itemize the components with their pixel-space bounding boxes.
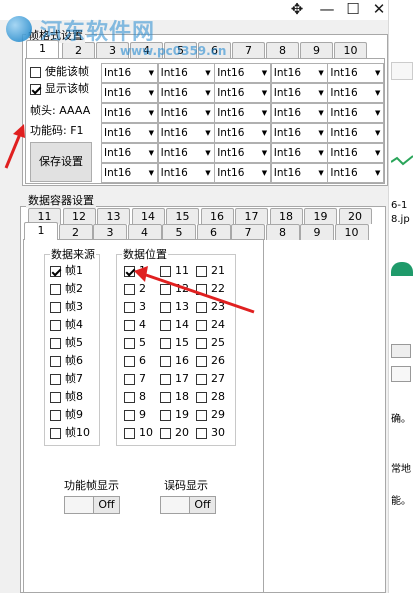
annotation-arrow-1 bbox=[4, 133, 22, 169]
annotation-arrows bbox=[4, 124, 255, 314]
annotation-arrowhead-1 bbox=[13, 124, 25, 138]
annotation-arrow-2 bbox=[145, 273, 255, 314]
data-tab-1[interactable]: 1 bbox=[24, 222, 58, 240]
annotation-arrowhead-2 bbox=[134, 266, 148, 282]
frame-tab-1[interactable]: 1 bbox=[26, 40, 59, 58]
